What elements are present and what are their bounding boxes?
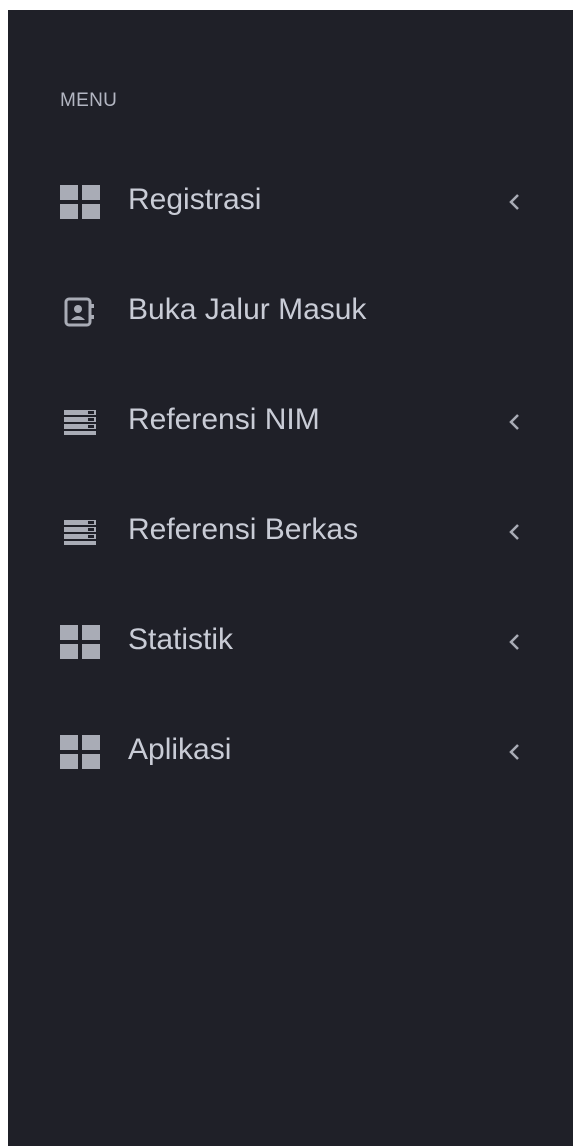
grid-icon <box>60 625 100 659</box>
sidebar-item-buka-jalur-masuk[interactable]: Buka Jalur Masuk <box>8 255 573 365</box>
sidebar-item-label: Buka Jalur Masuk <box>128 293 367 326</box>
sidebar-item-statistik[interactable]: Statistik <box>8 585 573 695</box>
chevron-left-icon <box>504 739 524 765</box>
sidebar: MENU Registrasi Buka Jalur Masuk Referen… <box>8 10 573 1146</box>
sidebar-item-label: Registrasi <box>128 183 262 216</box>
sidebar-item-referensi-nim[interactable]: Referensi NIM <box>8 365 573 475</box>
sidebar-item-label: Referensi Berkas <box>128 513 359 546</box>
sidebar-item-registrasi[interactable]: Registrasi <box>8 145 573 255</box>
chevron-left-icon <box>504 629 524 655</box>
menu-list: Registrasi Buka Jalur Masuk Referensi NI… <box>8 145 573 805</box>
chevron-left-icon <box>504 189 524 215</box>
sidebar-item-referensi-berkas[interactable]: Referensi Berkas <box>8 475 573 585</box>
sidebar-item-label: Statistik <box>128 623 234 656</box>
sidebar-item-label: Referensi NIM <box>128 403 320 436</box>
chevron-left-icon <box>504 409 524 435</box>
list-icon <box>60 405 100 439</box>
sidebar-item-aplikasi[interactable]: Aplikasi <box>8 695 573 805</box>
contact-card-icon <box>60 295 100 329</box>
chevron-left-icon <box>504 519 524 545</box>
grid-icon <box>60 185 100 219</box>
menu-heading: MENU <box>60 90 118 111</box>
grid-icon <box>60 735 100 769</box>
sidebar-item-label: Aplikasi <box>128 733 232 766</box>
list-icon <box>60 515 100 549</box>
